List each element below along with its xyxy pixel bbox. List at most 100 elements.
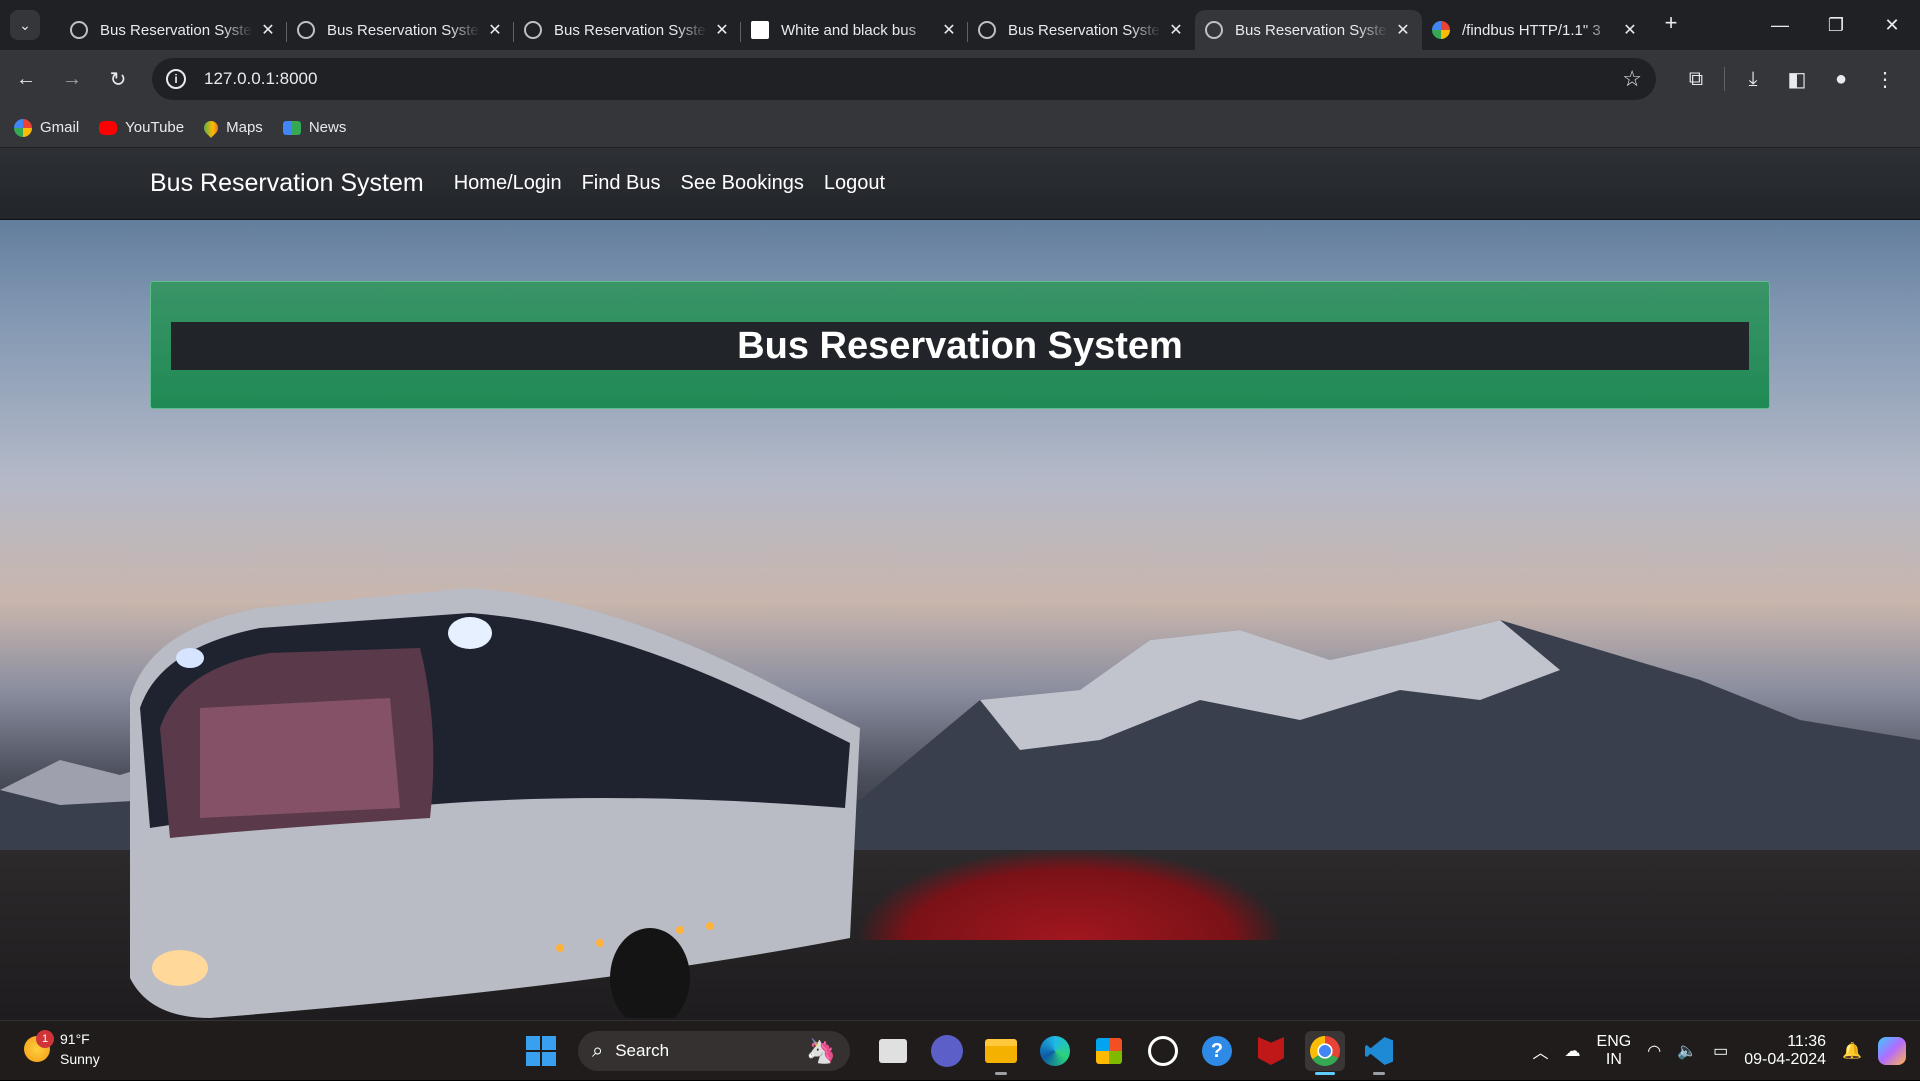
- maps-icon: [201, 117, 222, 138]
- news-icon: [282, 120, 301, 135]
- tab-title: Bus Reservation System: [100, 21, 253, 39]
- bookmark-label: Gmail: [40, 119, 80, 136]
- close-icon[interactable]: ✕: [1621, 20, 1639, 40]
- chevron-up-icon[interactable]: ︿: [1533, 1039, 1549, 1063]
- extensions-icon[interactable]: ⧉: [1674, 59, 1718, 99]
- restore-icon[interactable]: ❐: [1808, 0, 1864, 50]
- globe-icon: [70, 21, 88, 39]
- file-explorer-icon[interactable]: [981, 1031, 1021, 1075]
- bus-image: [130, 588, 860, 1018]
- clock-date: 09-04-2024: [1744, 1051, 1827, 1068]
- bookmarks-bar: Gmail YouTube Maps News: [0, 108, 1920, 148]
- download-icon[interactable]: ⤓: [1731, 59, 1775, 99]
- new-tab-button[interactable]: +: [1655, 7, 1687, 39]
- tab-title: Bus Reservation System: [1235, 21, 1388, 39]
- site-info-icon[interactable]: i: [166, 69, 186, 89]
- side-panel-icon[interactable]: ◧: [1775, 59, 1819, 99]
- tab-title: /findbus HTTP/1.1" 3: [1462, 21, 1601, 39]
- wifi-icon[interactable]: ◠: [1647, 1041, 1661, 1061]
- tab-title: White and black bus: [781, 21, 917, 39]
- mcafee-icon[interactable]: [1251, 1031, 1291, 1071]
- bookmark-star-icon[interactable]: ☆: [1622, 66, 1642, 92]
- bookmark-label: YouTube: [125, 119, 185, 136]
- browser-tab[interactable]: Bus Reservation System ✕: [514, 10, 741, 50]
- bookmark-gmail[interactable]: Gmail: [14, 118, 80, 137]
- bookmark-news[interactable]: News: [282, 119, 346, 136]
- google-icon: [1432, 21, 1450, 39]
- close-icon[interactable]: ✕: [713, 20, 731, 40]
- onedrive-icon[interactable]: ☁: [1565, 1041, 1581, 1061]
- browser-toolbar: ← → ↻ i 127.0.0.1:8000 ☆ ⧉ ⤓ ◧ ● ⋮: [0, 50, 1920, 108]
- tab-title: Bus Reservation System: [554, 21, 707, 39]
- bell-icon[interactable]: 🔔: [1842, 1041, 1862, 1061]
- image-icon: [751, 21, 769, 39]
- edge-icon[interactable]: [1035, 1031, 1075, 1071]
- window-controls: — ❐ ✕: [1752, 0, 1920, 50]
- nav-find-bus[interactable]: Find Bus: [582, 172, 661, 195]
- search-icon: ⌕: [592, 1039, 604, 1062]
- globe-icon: [297, 21, 315, 39]
- browser-tab[interactable]: White and black bus ✕: [741, 10, 968, 50]
- tab-search-button[interactable]: ⌄: [10, 10, 40, 40]
- close-icon[interactable]: ✕: [1394, 20, 1412, 40]
- close-icon[interactable]: ✕: [259, 20, 277, 40]
- nav-home-login[interactable]: Home/Login: [454, 172, 562, 195]
- chrome-icon[interactable]: [1305, 1031, 1345, 1075]
- notification-badge: 1: [36, 1030, 54, 1048]
- github-icon[interactable]: [1143, 1031, 1183, 1071]
- menu-icon[interactable]: ⋮: [1863, 59, 1907, 99]
- site-navbar: Bus Reservation System Home/Login Find B…: [0, 148, 1920, 220]
- browser-tab[interactable]: Bus Reservation System ✕: [968, 10, 1195, 50]
- close-icon[interactable]: ✕: [1167, 20, 1185, 40]
- weather-condition: Sunny: [60, 1051, 100, 1067]
- back-icon[interactable]: ←: [6, 59, 46, 99]
- address-bar[interactable]: i 127.0.0.1:8000 ☆: [152, 58, 1656, 100]
- close-icon[interactable]: ✕: [486, 20, 504, 40]
- browser-tab[interactable]: Bus Reservation System ✕: [287, 10, 514, 50]
- volume-icon[interactable]: 🔈: [1677, 1041, 1697, 1061]
- red-gravel-pile: [860, 850, 1280, 940]
- battery-icon[interactable]: ▭: [1713, 1041, 1728, 1061]
- store-icon[interactable]: [1089, 1031, 1129, 1071]
- language-indicator[interactable]: ENG IN: [1597, 1033, 1632, 1069]
- search-label: Search: [615, 1041, 670, 1060]
- url-text[interactable]: 127.0.0.1:8000: [204, 69, 1622, 89]
- lang-code: ENG: [1596, 1033, 1632, 1050]
- chevron-down-icon: ⌄: [19, 16, 31, 33]
- system-tray: ︿ ☁ ENG IN ◠ 🔈 ▭ 11:36 09-04-2024 🔔: [1525, 1021, 1920, 1081]
- clock-time: 11:36: [1787, 1033, 1827, 1050]
- taskbar: 1 91°F Sunny ⌕ Search 🦄 ? ︿ ☁ ENG IN ◠ 🔈…: [0, 1020, 1920, 1080]
- nav-see-bookings[interactable]: See Bookings: [681, 172, 804, 195]
- help-icon[interactable]: ?: [1197, 1031, 1237, 1071]
- close-icon[interactable]: ✕: [940, 20, 958, 40]
- window-close-icon[interactable]: ✕: [1864, 0, 1920, 50]
- bookmark-label: Maps: [226, 119, 263, 136]
- browser-tab[interactable]: Bus Reservation System ✕: [60, 10, 287, 50]
- task-view-icon[interactable]: [879, 1039, 907, 1063]
- copilot-icon[interactable]: [1878, 1037, 1906, 1065]
- youtube-icon: [99, 120, 118, 135]
- search-highlight-icon: 🦄: [806, 1037, 836, 1065]
- weather-temp: 91°F: [60, 1031, 90, 1047]
- bookmark-maps[interactable]: Maps: [201, 117, 263, 138]
- weather-widget[interactable]: 1 91°F Sunny: [24, 1029, 100, 1069]
- google-icon: [14, 118, 32, 137]
- minimize-icon[interactable]: —: [1752, 0, 1808, 50]
- teams-icon[interactable]: [931, 1035, 963, 1067]
- clock[interactable]: 11:36 09-04-2024: [1744, 1033, 1826, 1069]
- taskbar-search[interactable]: ⌕ Search 🦄: [578, 1031, 850, 1071]
- hero-title: Bus Reservation System: [171, 322, 1749, 370]
- profile-icon[interactable]: ●: [1819, 59, 1863, 99]
- forward-icon[interactable]: →: [52, 59, 92, 99]
- reload-icon[interactable]: ↻: [98, 59, 138, 99]
- sun-icon: 1: [24, 1030, 54, 1062]
- browser-tab-active[interactable]: Bus Reservation System ✕: [1195, 10, 1422, 50]
- vscode-icon[interactable]: [1359, 1031, 1399, 1075]
- globe-icon: [978, 21, 996, 39]
- browser-tab[interactable]: /findbus HTTP/1.1" 3 ✕: [1422, 10, 1649, 50]
- bookmark-youtube[interactable]: YouTube: [99, 119, 184, 136]
- nav-logout[interactable]: Logout: [824, 172, 885, 195]
- toolbar-divider: [1724, 67, 1725, 91]
- brand-link[interactable]: Bus Reservation System: [150, 169, 424, 198]
- start-icon[interactable]: [526, 1036, 556, 1066]
